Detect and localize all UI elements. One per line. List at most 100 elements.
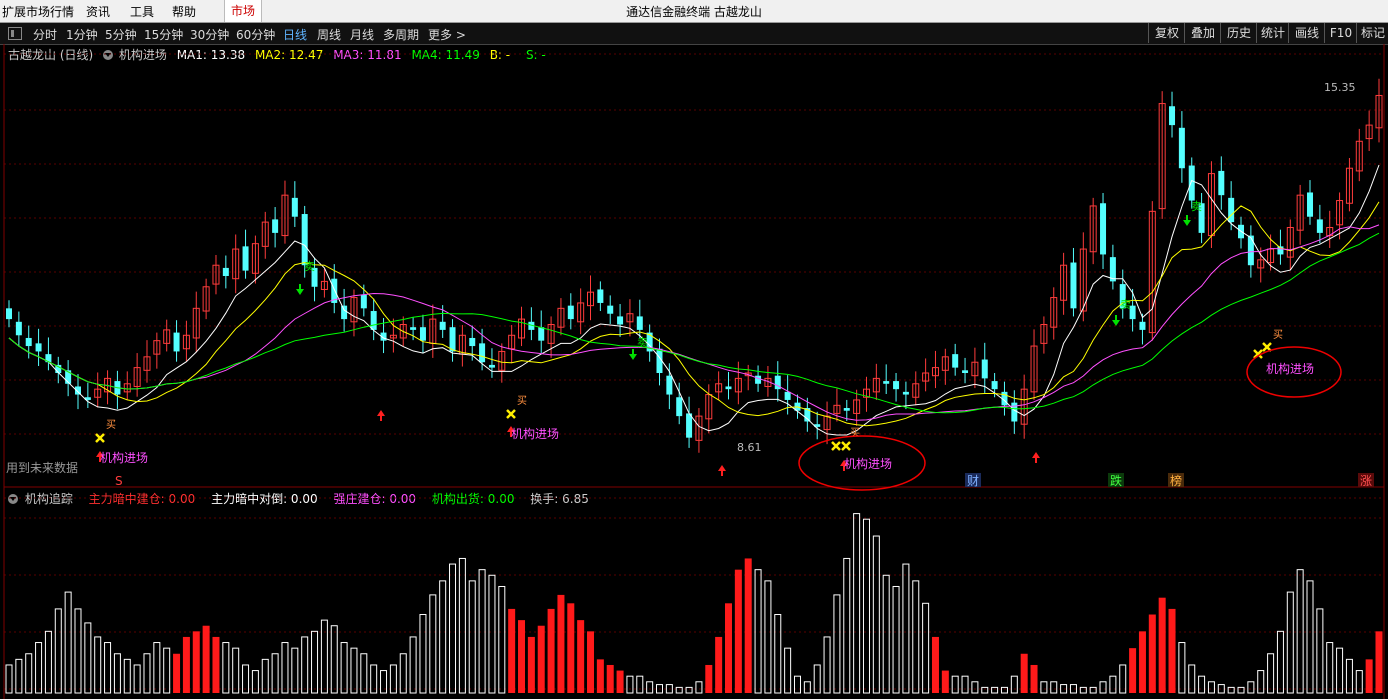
signal-label-4: 机构进场 [1266, 361, 1314, 376]
candle-body-41 [410, 327, 417, 330]
buy-label-1: 买 [517, 395, 527, 407]
signal-cross-2 [831, 441, 841, 451]
volume-bar-68 [675, 686, 683, 694]
volume-bar-121 [1198, 675, 1206, 694]
volume-bar-16 [163, 647, 171, 694]
high-price-label: 15.35 [1324, 81, 1356, 94]
volume-bar-1 [15, 658, 23, 694]
volume-bar-101 [1000, 686, 1008, 694]
volume-bar-21 [212, 636, 220, 693]
volume-bar-95 [941, 670, 949, 693]
volume-bar-74 [734, 569, 742, 693]
volume-bar-36 [360, 653, 368, 694]
volume-bar-33 [330, 625, 338, 694]
volume-bar-4 [44, 630, 52, 694]
signal-cross-1 [506, 409, 516, 419]
volume-bar-64 [636, 675, 644, 694]
candle-body-111 [1100, 203, 1107, 255]
volume-bar-79 [784, 647, 792, 694]
candlesticks [6, 78, 1383, 453]
volume-bar-98 [971, 681, 979, 694]
volume-bar-58 [577, 620, 585, 693]
volume-bar-129 [1276, 630, 1284, 694]
candle-body-99 [981, 359, 988, 379]
volume-bar-106 [1050, 681, 1058, 694]
volume-bar-109 [1079, 686, 1087, 694]
volume-bars [5, 513, 1383, 694]
sell-label-0: 卖 [304, 260, 315, 273]
volume-bar-99 [981, 686, 989, 694]
event-tag-rank: 榜 [1170, 473, 1182, 488]
candle-body-45 [449, 327, 456, 352]
buy-label-0: 买 [106, 419, 116, 431]
volume-bar-75 [744, 558, 752, 693]
buy-label-3: 买 [1273, 329, 1283, 341]
volume-bar-41 [409, 636, 417, 694]
volume-bar-72 [715, 636, 723, 693]
volume-bar-119 [1178, 642, 1186, 694]
candle-body-120 [1188, 165, 1195, 201]
volume-bar-22 [222, 642, 230, 694]
volume-bar-103 [1020, 653, 1028, 693]
volume-bar-133 [1316, 608, 1324, 694]
candle-body-54 [538, 327, 545, 341]
ma4-line [8, 232, 1380, 414]
volume-bar-105 [1040, 681, 1048, 694]
volume-bar-139 [1375, 631, 1383, 693]
event-tag-finance: 财 [967, 474, 979, 488]
candle-body-91 [902, 391, 909, 395]
volume-bar-7 [74, 608, 82, 694]
volume-bar-18 [182, 636, 190, 693]
volume-bar-52 [518, 620, 526, 693]
volume-bar-71 [705, 664, 713, 693]
volume-bar-81 [803, 681, 811, 694]
volume-bar-8 [84, 622, 92, 694]
volume-bar-118 [1168, 608, 1176, 693]
candle-body-73 [725, 386, 732, 390]
volume-bar-100 [991, 686, 999, 694]
candle-body-24 [242, 246, 249, 271]
event-tag-rise: 涨 [1360, 473, 1372, 488]
volume-bar-93 [922, 602, 930, 694]
candle-body-57 [567, 305, 574, 320]
volume-bar-84 [833, 594, 841, 694]
volume-bar-42 [419, 614, 427, 694]
sell-arrow-2 [1112, 315, 1120, 326]
volume-bar-124 [1227, 686, 1235, 694]
candle-body-44 [439, 321, 446, 330]
candle-body-67 [666, 375, 673, 395]
volume-bar-117 [1158, 597, 1166, 693]
volume-bar-77 [764, 580, 772, 694]
volume-bar-30 [301, 636, 309, 694]
volume-bar-131 [1296, 569, 1304, 694]
volume-bar-61 [606, 664, 614, 693]
volume-bar-56 [557, 594, 565, 693]
chart-canvas[interactable]: 卖卖卖卖买买买买 15.35 8.61 机构进场 机构进场 机构进场 机构进场 … [0, 0, 1388, 699]
volume-bar-6 [64, 591, 72, 694]
candle-body-108 [1070, 262, 1077, 309]
volume-bar-122 [1207, 681, 1215, 694]
volume-bar-96 [951, 675, 959, 694]
volume-bar-85 [843, 557, 851, 694]
volume-bar-49 [488, 574, 496, 694]
volume-bar-11 [113, 653, 121, 694]
volume-bar-132 [1306, 580, 1314, 694]
candle-body-2 [25, 337, 32, 347]
volume-bar-78 [774, 614, 782, 694]
signal-label-2: 机构进场 [511, 426, 559, 441]
volume-bar-27 [271, 653, 279, 694]
sell-label-3: 卖 [1191, 200, 1202, 213]
candle-body-48 [479, 343, 486, 363]
volume-bar-14 [143, 653, 151, 694]
candle-body-47 [469, 337, 476, 347]
volume-bar-25 [251, 670, 259, 694]
candle-body-124 [1228, 197, 1235, 223]
volume-bar-17 [173, 653, 181, 693]
volume-bar-116 [1148, 614, 1156, 693]
volume-bar-51 [508, 608, 516, 693]
volume-bar-44 [439, 580, 447, 694]
volume-bar-54 [537, 625, 545, 693]
candle-body-62 [617, 316, 624, 325]
volume-bar-83 [823, 636, 831, 694]
volume-bar-112 [1109, 675, 1117, 694]
